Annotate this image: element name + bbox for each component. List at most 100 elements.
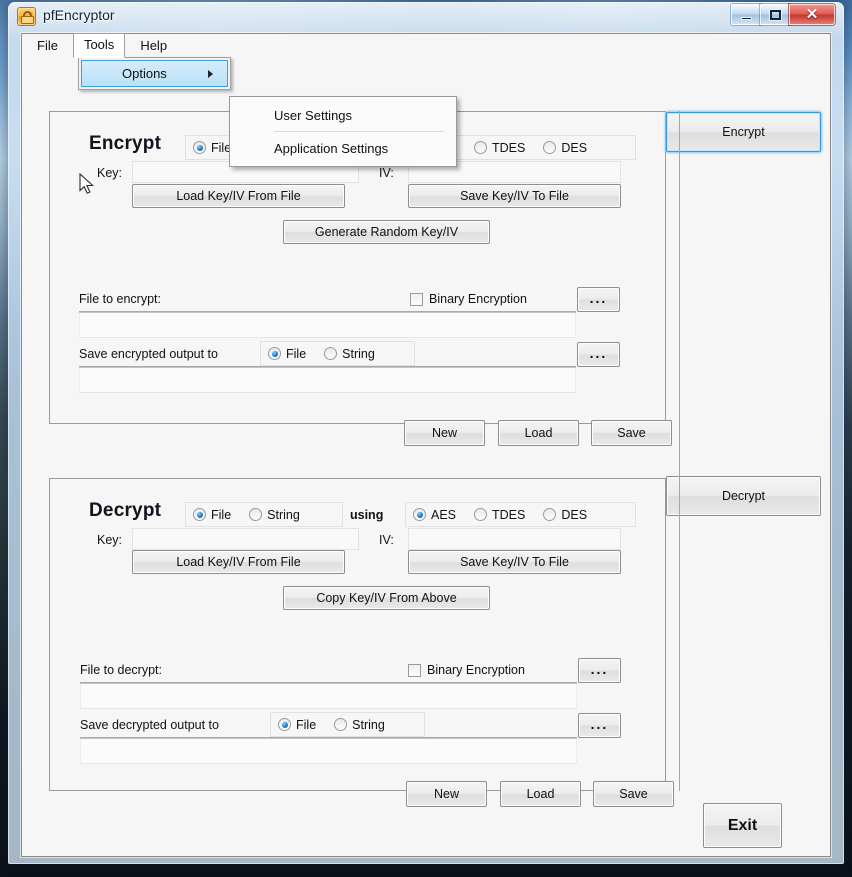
decrypt-output-string[interactable]: String [327, 718, 392, 732]
close-button[interactable]: ✕ [789, 4, 835, 25]
close-icon: ✕ [805, 6, 819, 23]
menu-item-options-label: Options [122, 66, 167, 81]
decrypt-algo-aes-label: AES [431, 507, 457, 522]
encrypt-load-key-button[interactable]: Load Key/IV From File [132, 184, 345, 208]
decrypt-binary-checkbox[interactable]: Binary Encryption [408, 663, 525, 677]
menu-help[interactable]: Help [129, 35, 178, 57]
encrypt-iv-label: IV: [379, 166, 394, 180]
decrypt-copy-key-button[interactable]: Copy Key/IV From Above [283, 586, 490, 610]
encrypt-generate-key-button[interactable]: Generate Random Key/IV [283, 220, 490, 244]
decrypt-using-label: using [350, 508, 384, 522]
radio-dot-icon [334, 718, 348, 731]
exit-button[interactable]: Exit [703, 803, 782, 848]
decrypt-key-label: Key: [97, 533, 123, 547]
menu-file[interactable]: File [26, 35, 69, 57]
radio-dot-icon [543, 141, 557, 154]
decrypt-browse-output-button[interactable]: ... [578, 713, 621, 738]
chevron-right-icon [208, 69, 213, 78]
decrypt-algo-tdes[interactable]: TDES [467, 508, 532, 522]
radio-dot-icon [278, 718, 291, 731]
encrypt-binary-checkbox[interactable]: Binary Encryption [410, 292, 527, 306]
menu-bar: File Tools Help [22, 33, 830, 58]
decrypt-iv-label: IV: [379, 533, 394, 547]
encrypt-browse-file-button[interactable]: ... [577, 287, 620, 312]
decrypt-output-file[interactable]: File [271, 718, 323, 732]
client-area: File Tools Help Encrypt File String usin… [21, 33, 831, 857]
options-submenu: User Settings Application Settings [229, 96, 457, 167]
encrypt-load-button[interactable]: Load [498, 420, 579, 446]
padlock-icon [17, 7, 36, 26]
minimize-button[interactable] [731, 4, 761, 25]
checkbox-icon [408, 663, 421, 677]
encrypt-file-input[interactable] [79, 313, 576, 338]
encrypt-output-label: Save encrypted output to [79, 347, 218, 361]
minimize-icon [740, 16, 752, 20]
title-bar[interactable]: pfEncryptor ✕ [8, 2, 844, 32]
encrypt-save-key-button[interactable]: Save Key/IV To File [408, 184, 621, 208]
encrypt-browse-output-button[interactable]: ... [577, 342, 620, 367]
radio-dot-icon [324, 347, 338, 360]
menu-item-application-settings[interactable]: Application Settings [230, 133, 456, 163]
decrypt-algo-aes[interactable]: AES [406, 508, 463, 522]
maximize-icon [769, 9, 781, 20]
radio-dot-icon [413, 508, 426, 521]
encrypt-algo-des-label: DES [561, 140, 588, 155]
window-controls: ✕ [731, 4, 835, 26]
decrypt-output-radio-group: File String [270, 712, 425, 737]
encrypt-output-file-label: File [286, 346, 307, 361]
menu-tools[interactable]: Tools [72, 33, 126, 58]
decrypt-mode-file[interactable]: File [186, 508, 238, 522]
decrypt-mode-radio-group: File String [185, 502, 343, 527]
radio-dot-icon [268, 347, 281, 360]
decrypt-save-key-button[interactable]: Save Key/IV To File [408, 550, 621, 574]
encrypt-output-string[interactable]: String [317, 347, 382, 361]
decrypt-file-label: File to decrypt: [80, 663, 162, 677]
encrypt-output-input[interactable] [79, 368, 576, 393]
application-window: pfEncryptor ✕ File Tools Help Encrypt Fi… [8, 2, 844, 864]
radio-dot-icon [193, 508, 206, 521]
encrypt-action-button[interactable]: Encrypt [666, 112, 821, 152]
decrypt-action-button[interactable]: Decrypt [666, 476, 821, 516]
radio-dot-icon [193, 141, 206, 154]
decrypt-title: Decrypt [89, 500, 162, 521]
encrypt-save-button[interactable]: Save [591, 420, 672, 446]
checkbox-icon [410, 292, 423, 306]
decrypt-output-file-label: File [296, 717, 317, 732]
mouse-cursor [79, 173, 94, 194]
decrypt-binary-label: Binary Encryption [427, 663, 525, 677]
menu-item-user-settings[interactable]: User Settings [230, 100, 456, 130]
encrypt-title: Encrypt [89, 133, 162, 154]
maximize-button[interactable] [760, 4, 790, 25]
radio-dot-icon [474, 508, 488, 521]
decrypt-algo-des-label: DES [561, 507, 588, 522]
decrypt-browse-file-button[interactable]: ... [578, 658, 621, 683]
encrypt-algo-tdes[interactable]: TDES [467, 141, 532, 155]
decrypt-load-button[interactable]: Load [500, 781, 581, 807]
encrypt-output-file[interactable]: File [261, 347, 313, 361]
encrypt-output-radio-group: File String [260, 341, 415, 366]
decrypt-save-button[interactable]: Save [593, 781, 674, 807]
encrypt-key-label: Key: [97, 166, 123, 180]
decrypt-iv-input[interactable] [408, 528, 621, 550]
decrypt-algorithm-radio-group: AES TDES DES [405, 502, 636, 527]
decrypt-load-key-button[interactable]: Load Key/IV From File [132, 550, 345, 574]
right-panel-divider [679, 111, 680, 791]
decrypt-mode-file-label: File [211, 507, 232, 522]
decrypt-algo-des[interactable]: DES [536, 508, 594, 522]
encrypt-new-button[interactable]: New [404, 420, 485, 446]
radio-dot-icon [543, 508, 557, 521]
decrypt-output-label: Save decrypted output to [80, 718, 219, 732]
decrypt-mode-string[interactable]: String [242, 508, 307, 522]
window-title: pfEncryptor [43, 7, 115, 23]
decrypt-output-input[interactable] [80, 739, 577, 764]
encrypt-algo-des[interactable]: DES [536, 141, 594, 155]
decrypt-mode-string-label: String [267, 507, 300, 522]
encrypt-output-string-label: String [342, 346, 375, 361]
decrypt-new-button[interactable]: New [406, 781, 487, 807]
menu-item-options[interactable]: Options [81, 60, 228, 87]
decrypt-key-input[interactable] [132, 528, 359, 550]
radio-dot-icon [474, 141, 488, 154]
decrypt-file-input[interactable] [80, 684, 577, 709]
encrypt-file-label: File to encrypt: [79, 292, 161, 306]
encrypt-binary-label: Binary Encryption [429, 292, 527, 306]
